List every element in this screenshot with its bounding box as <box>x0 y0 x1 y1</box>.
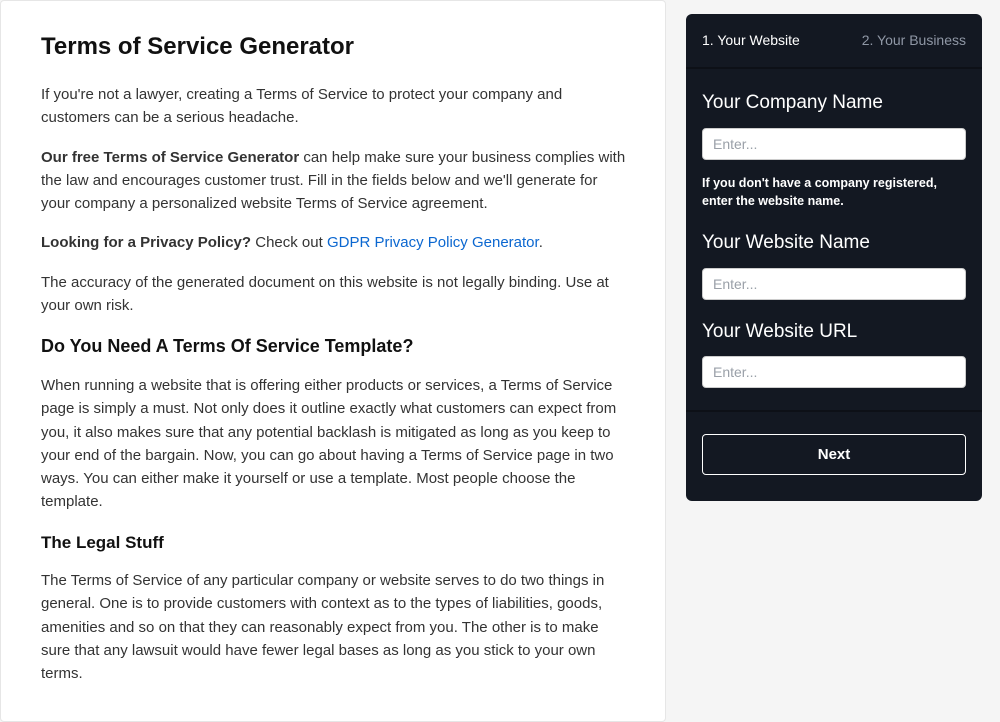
website-url-label: Your Website URL <box>702 318 966 347</box>
main-content: Terms of Service Generator If you're not… <box>0 0 666 722</box>
tab-your-website[interactable]: 1. Your Website <box>686 14 831 67</box>
form-sidebar: 1. Your Website 2. Your Business Your Co… <box>686 14 982 722</box>
intro-paragraph: If you're not a lawyer, creating a Terms… <box>41 83 629 130</box>
website-url-input[interactable] <box>702 356 966 388</box>
section-heading-legal: The Legal Stuff <box>41 530 629 556</box>
bold-lead: Our free Terms of Service Generator <box>41 149 299 166</box>
next-button[interactable]: Next <box>702 434 966 475</box>
section-heading-need-template: Do You Need A Terms Of Service Template? <box>41 333 629 360</box>
privacy-policy-callout: Looking for a Privacy Policy? Check out … <box>41 231 629 254</box>
template-paragraph: When running a website that is offering … <box>41 374 629 514</box>
legal-paragraph: The Terms of Service of any particular c… <box>41 569 629 685</box>
form-tabs: 1. Your Website 2. Your Business <box>686 14 982 69</box>
form-fields: Your Company Name If you don't have a co… <box>686 69 982 412</box>
company-name-label: Your Company Name <box>702 89 966 118</box>
bold-question: Looking for a Privacy Policy? <box>41 234 251 251</box>
generator-description: Our free Terms of Service Generator can … <box>41 146 629 216</box>
tab-your-business[interactable]: 2. Your Business <box>831 14 982 67</box>
disclaimer: The accuracy of the generated document o… <box>41 271 629 318</box>
gdpr-link[interactable]: GDPR Privacy Policy Generator <box>327 234 539 251</box>
company-name-input[interactable] <box>702 128 966 160</box>
website-name-input[interactable] <box>702 268 966 300</box>
page-title: Terms of Service Generator <box>41 29 629 65</box>
company-name-hint: If you don't have a company registered, … <box>702 174 966 212</box>
website-name-label: Your Website Name <box>702 229 966 258</box>
